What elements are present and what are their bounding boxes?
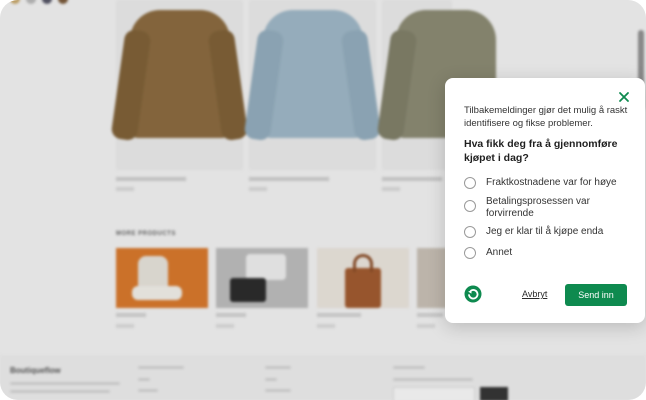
option-not-ready[interactable]: Jeg er klar til å kjøpe enda xyxy=(464,226,630,238)
option-label: Fraktkostnadene var for høye xyxy=(486,177,617,188)
option-label: Jeg er klar til å kjøpe enda xyxy=(486,226,604,237)
radio-button[interactable] xyxy=(464,200,476,212)
dialog-question: Hva fikk deg fra å gjennomføre kjøpet i … xyxy=(464,138,618,164)
option-other[interactable]: Annet xyxy=(464,247,630,259)
close-icon[interactable] xyxy=(617,90,631,104)
option-label: Annet xyxy=(486,247,513,258)
radio-button[interactable] xyxy=(464,247,476,259)
refresh-logo-icon xyxy=(464,285,482,303)
submit-button[interactable]: Send inn xyxy=(565,284,627,306)
feedback-dialog: Tilbakemeldinger gjør det mulig å raskt … xyxy=(445,78,645,323)
radio-button[interactable] xyxy=(464,226,476,238)
radio-button[interactable] xyxy=(464,177,476,189)
cancel-button[interactable]: Avbryt xyxy=(522,289,547,299)
dialog-intro: Tilbakemeldinger gjør det mulig å raskt … xyxy=(464,105,628,129)
option-shipping-cost[interactable]: Fraktkostnadene var for høye xyxy=(464,177,630,189)
option-label: Betalingsprosessen var forvirrende xyxy=(486,196,590,219)
app-frame: MORE PRODUCTS Boutiqueflow Tilbakemeldin… xyxy=(0,0,646,400)
option-confusing-checkout[interactable]: Betalingsprosessen var forvirrende xyxy=(464,196,630,219)
